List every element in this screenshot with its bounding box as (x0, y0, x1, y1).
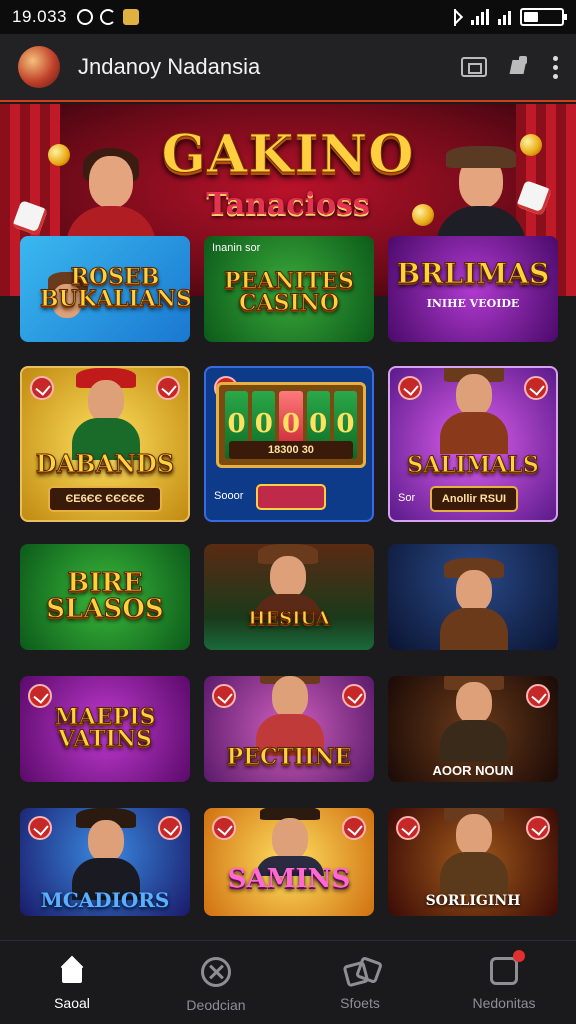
app-bar: Jndanoy Nadansia (0, 34, 576, 102)
game-title: MAEPIS VATINS (54, 704, 156, 752)
game-title: HESIUA (248, 608, 330, 629)
game-title: BRLIMAS (396, 257, 550, 290)
game-card[interactable]: MCADIORS (20, 808, 190, 916)
game-title: ROSEB BUKALIANS (40, 264, 191, 312)
nav-item-sfoets[interactable]: Sfoets (288, 941, 432, 1024)
signal-icon (471, 9, 489, 25)
favorite-icon[interactable] (212, 816, 236, 840)
nav-label: Saoal (54, 995, 90, 1011)
slot-reels: 18300 30 (216, 382, 366, 468)
favorite-icon[interactable] (524, 376, 548, 400)
bottom-navigation: Saoal Deodcian Sfoets Nedonitas (0, 940, 576, 1024)
nav-item-home[interactable]: Saoal (0, 941, 144, 1024)
game-title: AOOR NOUN (432, 763, 514, 778)
app-notification-icon (123, 9, 139, 25)
game-title: DABANDS (35, 449, 175, 478)
nav-item-notifications[interactable]: Nedonitas (432, 941, 576, 1024)
game-play-badge[interactable] (256, 484, 326, 510)
game-card[interactable] (388, 544, 558, 650)
game-badge: Anollir RSUI (430, 486, 518, 512)
app-title: Jndanoy Nadansia (78, 54, 261, 79)
nav-item-deodcian[interactable]: Deodcian (144, 941, 288, 1024)
game-card[interactable]: SORLIGINH (388, 808, 558, 916)
favorite-icon[interactable] (396, 816, 420, 840)
game-card[interactable]: MAEPIS VATINS (20, 676, 190, 782)
game-card[interactable]: BRLIMAS INIHE VEOIDE (388, 236, 558, 342)
notification-icon (490, 950, 525, 985)
game-card[interactable]: HESIUA (204, 544, 374, 650)
favorite-icon[interactable] (526, 684, 550, 708)
game-card[interactable]: SAMINS (204, 808, 374, 916)
game-title: SALIMALS (407, 452, 540, 478)
more-options-icon[interactable] (553, 55, 558, 79)
game-tag: Sor (398, 492, 416, 504)
close-circle-icon (201, 957, 231, 987)
favorite-icon[interactable] (28, 684, 52, 708)
wifi-signal-icon (498, 9, 511, 25)
game-card[interactable]: Inanin sor PEANITES CASINO (204, 236, 374, 342)
game-card[interactable]: PECTIINE (204, 676, 374, 782)
cast-icon[interactable] (461, 57, 487, 77)
game-badge: ЄЕ6ЄЄ ЄЄЄЄЄ (48, 486, 162, 512)
game-card[interactable]: 18300 30 Sooor (204, 366, 374, 522)
favorite-icon[interactable] (28, 816, 52, 840)
game-badge: Inanin sor (212, 242, 261, 254)
nav-label: Nedonitas (472, 995, 536, 1011)
data-saver-icon (100, 9, 116, 25)
game-card[interactable]: ROSEB BUKALIANS (20, 236, 190, 342)
game-card[interactable]: BIRE SLASOS (20, 544, 190, 650)
battery-icon (520, 8, 567, 26)
bluetooth-icon (450, 8, 462, 26)
sync-icon (77, 9, 93, 25)
game-title: SORLIGINH (425, 893, 521, 909)
hero-title-block: GAKINO Tanacioss (150, 124, 426, 223)
favorite-icon[interactable] (342, 816, 366, 840)
game-title: PECTIINE (226, 744, 352, 770)
game-title: PEANITES CASINO (224, 268, 355, 316)
favorite-icon[interactable] (342, 684, 366, 708)
game-card[interactable]: SALIMALS Sor Anollir RSUI (388, 366, 558, 522)
game-card[interactable]: AOOR NOUN (388, 676, 558, 782)
favorite-icon[interactable] (158, 816, 182, 840)
favorite-icon[interactable] (398, 376, 422, 400)
game-title: SAMINS (227, 864, 351, 894)
home-icon (57, 957, 87, 985)
game-badge: INIHE VEOIDE (426, 297, 520, 310)
reel-counter: 18300 30 (229, 441, 353, 459)
favorite-icon[interactable] (156, 376, 180, 400)
favorite-icon[interactable] (526, 816, 550, 840)
hero-title: GAKINO (161, 124, 415, 186)
favorite-icon[interactable] (212, 684, 236, 708)
nav-label: Sfoets (340, 995, 380, 1011)
status-bar: 19.033 (0, 0, 576, 34)
favorite-icon[interactable] (30, 376, 54, 400)
dice-icon (345, 957, 375, 985)
nav-label: Deodcian (186, 997, 246, 1013)
game-card[interactable]: DABANDS ЄЕ6ЄЄ ЄЄЄЄЄ (20, 366, 190, 522)
share-icon[interactable] (509, 56, 531, 78)
app-logo[interactable] (18, 46, 60, 88)
status-time: 19.033 (12, 7, 67, 26)
game-tag: Sooor (214, 490, 244, 502)
game-title: BIRE SLASOS (46, 568, 164, 624)
game-title: MCADIORS (40, 888, 170, 912)
hero-subtitle: Tanacioss (206, 187, 370, 222)
